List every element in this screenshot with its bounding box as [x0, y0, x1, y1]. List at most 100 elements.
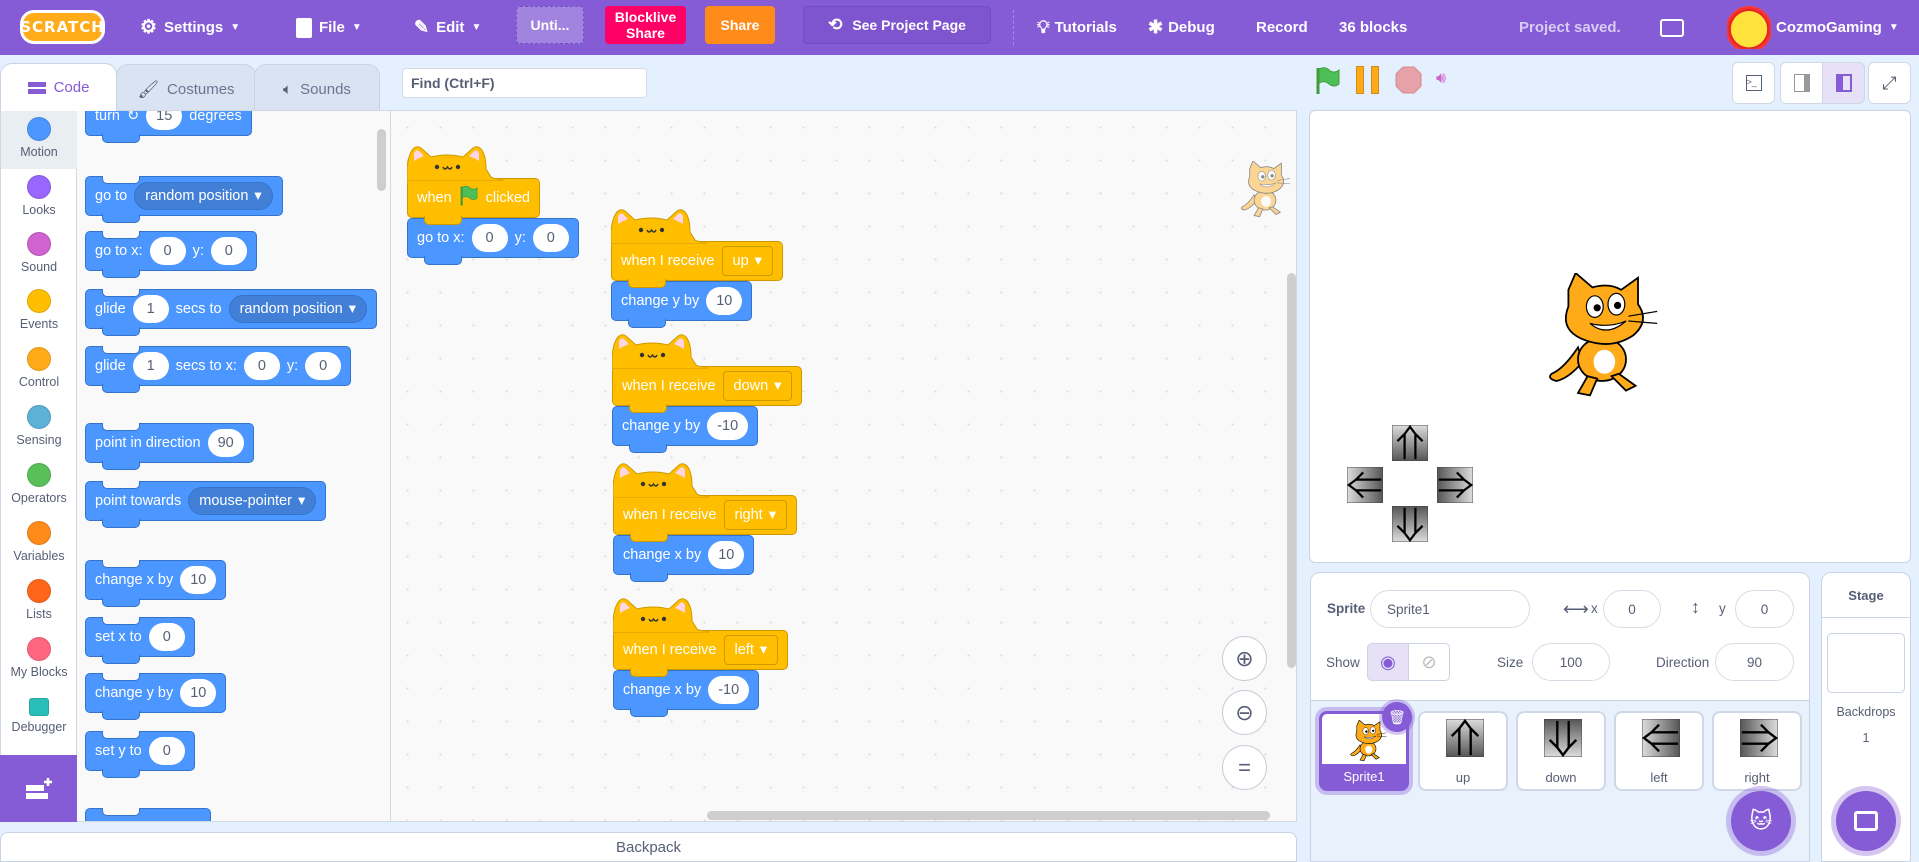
sound-icon[interactable]: 🔊︎ [1436, 70, 1446, 88]
hat-block[interactable]: when I receive down ▾ [612, 366, 803, 413]
account-menu[interactable]: CozmoGaming ▼ [1776, 0, 1899, 55]
block-number-input[interactable]: 10 [706, 287, 743, 315]
message-dropdown[interactable]: right ▾ [723, 500, 787, 530]
settings-menu[interactable]: ⚙ Settings ▼ [140, 0, 240, 55]
find-input[interactable] [402, 68, 647, 98]
green-flag-icon[interactable] [1315, 66, 1341, 96]
zoom-in-button[interactable]: ⊕ [1222, 636, 1267, 681]
delete-sprite-button[interactable]: 🗑︎ [1382, 702, 1412, 732]
block-number-input[interactable]: 0 [148, 737, 185, 765]
add-backdrop-button[interactable] [1836, 791, 1896, 851]
blocklive-share-button[interactable]: Blocklive Share [605, 6, 686, 44]
hat-block[interactable]: when clicked [407, 178, 540, 225]
palette-block[interactable] [85, 808, 211, 821]
stop-icon[interactable] [1395, 66, 1422, 94]
normal-stage-button[interactable] [1822, 62, 1865, 104]
block-number-input[interactable]: 10 [180, 566, 217, 594]
block-number-input[interactable]: 0 [532, 224, 569, 252]
scratch-logo[interactable]: SCRATCH [20, 10, 105, 44]
stage[interactable] [1309, 110, 1911, 563]
block-number-input[interactable]: 90 [207, 429, 244, 457]
palette-block[interactable]: point in direction 90 [85, 423, 254, 470]
palette-block[interactable]: point towards mouse-pointer ▾ [85, 481, 327, 528]
category-control[interactable]: Control [1, 341, 77, 399]
size-input[interactable]: 100 [1532, 643, 1610, 681]
direction-input[interactable]: 90 [1715, 643, 1794, 681]
y-input[interactable]: 0 [1735, 590, 1794, 628]
category-operators[interactable]: Operators [1, 457, 77, 515]
small-stage-button[interactable] [1780, 62, 1823, 104]
zoom-out-button[interactable]: ⊖ [1222, 690, 1267, 735]
fullscreen-button[interactable]: ⤢ [1868, 62, 1911, 104]
block-number-input[interactable]: 0 [243, 352, 280, 380]
block-number-input[interactable]: 0 [148, 623, 185, 651]
tab-sounds[interactable]: 🔈︎ Sounds [254, 64, 380, 114]
palette-scrollbar[interactable] [377, 129, 386, 191]
hat-block[interactable]: when I receive up ▾ [611, 241, 783, 288]
category-variables[interactable]: Variables [1, 515, 77, 573]
palette-block[interactable]: glide 1 secs to x: 0 y: 0 [85, 346, 352, 393]
message-dropdown[interactable]: up ▾ [721, 246, 773, 276]
category-events[interactable]: Events [1, 283, 77, 341]
cat-sprite[interactable] [1542, 273, 1662, 405]
sprite-tile-up[interactable]: up [1418, 711, 1508, 791]
see-project-page-button[interactable]: ⟲ See Project Page [803, 6, 991, 44]
block-number-input[interactable]: 0 [471, 224, 508, 252]
palette-block[interactable]: go to random position ▾ [85, 176, 283, 223]
zoom-reset-button[interactable]: = [1222, 745, 1267, 790]
palette-block[interactable]: set y to 0 [85, 731, 195, 778]
edit-menu[interactable]: ✎ Edit ▼ [414, 0, 481, 55]
category-sensing[interactable]: Sensing [1, 399, 77, 457]
category-motion[interactable]: Motion [1, 111, 77, 169]
block-dropdown[interactable]: random position ▾ [228, 295, 368, 323]
sprite-tile-left[interactable]: left [1614, 711, 1704, 791]
palette-block[interactable]: change y by 10 [85, 673, 227, 720]
sprite-tile-sprite1[interactable]: Sprite1 🗑︎ [1319, 702, 1412, 791]
stage-target-pane[interactable]: Stage Backdrops 1 [1821, 572, 1911, 862]
user-avatar[interactable] [1727, 5, 1771, 49]
block-number-input[interactable]: 0 [210, 237, 247, 265]
category-sound[interactable]: Sound [1, 226, 77, 284]
tutorials-button[interactable]: 💡︎ Tutorials [1037, 0, 1117, 55]
block-number-input[interactable]: 1 [132, 295, 169, 323]
backpack[interactable]: Backpack [0, 832, 1297, 862]
block-number-input[interactable]: -10 [707, 412, 749, 440]
tab-costumes[interactable]: 🖌︎ Costumes [116, 64, 256, 114]
right-arrow-sprite[interactable] [1437, 467, 1473, 503]
sprite-name-input[interactable]: Sprite1 [1370, 590, 1530, 628]
file-menu[interactable]: File ▼ [296, 0, 362, 55]
down-arrow-sprite[interactable] [1392, 506, 1428, 542]
category-debugger[interactable]: Debugger [1, 688, 77, 746]
block-number-input[interactable]: 10 [708, 541, 745, 569]
pause-icon[interactable] [1356, 66, 1364, 94]
sprite-tile-down[interactable]: down [1516, 711, 1606, 791]
up-arrow-sprite[interactable] [1392, 425, 1428, 461]
palette-block[interactable]: change x by 10 [85, 560, 227, 607]
script-vertical-scrollbar[interactable] [1287, 273, 1296, 668]
add-extension-button[interactable] [0, 755, 77, 822]
block-dropdown[interactable]: mouse-pointer ▾ [188, 487, 317, 515]
palette-block[interactable]: go to x: 0 y: 0 [85, 231, 257, 278]
show-hidden-button[interactable]: ⊘ [1408, 643, 1450, 681]
sprite-tile-right[interactable]: right [1712, 711, 1802, 791]
palette-block[interactable]: turn ↻ 15 degrees [85, 111, 252, 143]
block-number-input[interactable]: 0 [149, 237, 186, 265]
category-lists[interactable]: Lists [1, 573, 77, 631]
block-number-input[interactable]: 10 [180, 679, 217, 707]
console-button[interactable]: >_ [1732, 62, 1775, 104]
x-input[interactable]: 0 [1603, 590, 1661, 628]
palette-block[interactable]: set x to 0 [85, 617, 195, 664]
hat-block[interactable]: when I receive right ▾ [613, 495, 797, 542]
block-number-input[interactable]: 1 [132, 352, 169, 380]
show-visible-button[interactable]: ◉ [1367, 643, 1409, 681]
add-sprite-button[interactable]: 🐱︎ [1731, 791, 1791, 851]
backdrop-thumbnail[interactable] [1827, 633, 1905, 693]
message-dropdown[interactable]: left ▾ [723, 635, 779, 665]
my-stuff-folder-icon[interactable] [1660, 0, 1684, 55]
tab-code[interactable]: Code [0, 63, 117, 111]
block-number-input[interactable]: 0 [305, 352, 342, 380]
project-title-input[interactable]: Unti... [516, 6, 584, 44]
block-number-input[interactable]: -10 [708, 676, 750, 704]
hat-block[interactable]: when I receive left ▾ [613, 630, 789, 677]
message-dropdown[interactable]: down ▾ [722, 371, 793, 401]
